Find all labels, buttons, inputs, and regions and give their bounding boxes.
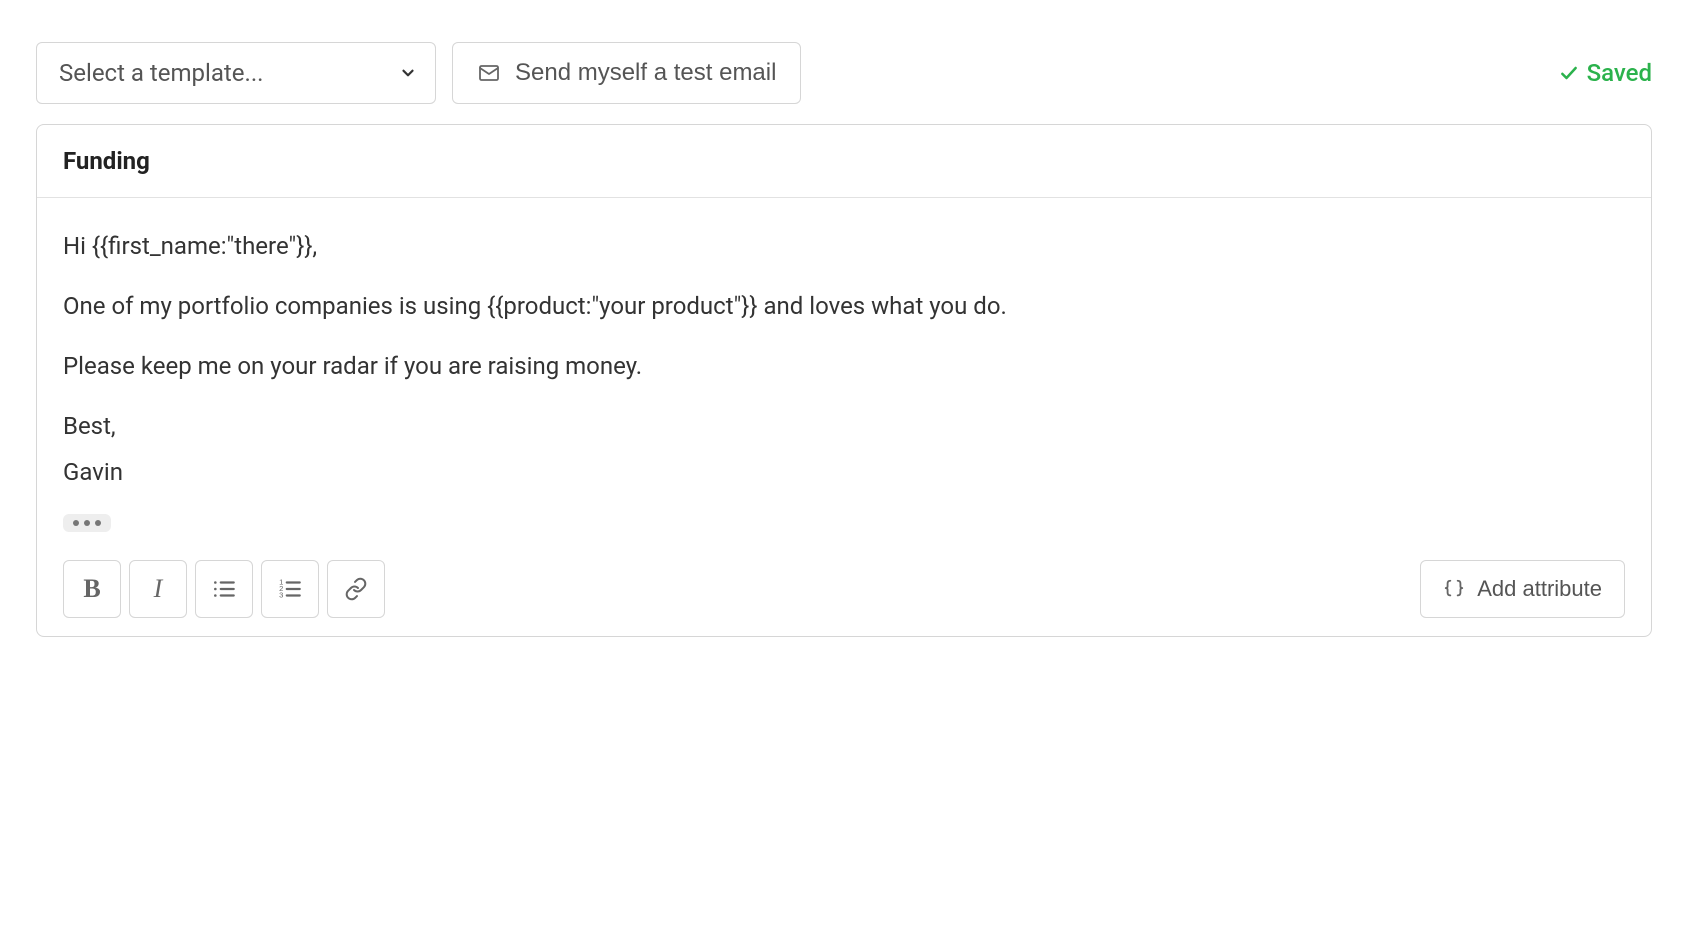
envelope-icon — [477, 61, 501, 85]
body-greeting: Hi {{first_name:"there"}}, — [63, 228, 1625, 264]
italic-icon: I — [154, 574, 163, 604]
ellipsis-icon — [84, 520, 90, 526]
add-attribute-button[interactable]: Add attribute — [1420, 560, 1625, 618]
email-subject-field[interactable]: Funding — [37, 125, 1651, 198]
ellipsis-icon — [73, 520, 79, 526]
chevron-down-icon — [399, 64, 417, 82]
link-icon — [344, 577, 368, 601]
bullet-list-button[interactable] — [195, 560, 253, 618]
send-test-email-button[interactable]: Send myself a test email — [452, 42, 801, 104]
bullet-list-icon — [211, 576, 237, 602]
check-icon — [1559, 63, 1579, 83]
saved-label: Saved — [1587, 59, 1652, 87]
numbered-list-button[interactable]: 1 2 3 — [261, 560, 319, 618]
send-test-email-label: Send myself a test email — [515, 59, 776, 87]
email-subject-text: Funding — [63, 147, 150, 175]
format-tool-group: B I — [63, 560, 385, 618]
body-line-2: Please keep me on your radar if you are … — [63, 348, 1625, 384]
top-controls-row: Select a template... Send myself a test … — [36, 42, 1652, 104]
ellipsis-icon — [95, 520, 101, 526]
svg-text:3: 3 — [279, 591, 283, 600]
format-toolbar: B I — [37, 546, 1651, 636]
link-button[interactable] — [327, 560, 385, 618]
bold-button[interactable]: B — [63, 560, 121, 618]
bold-icon: B — [83, 574, 100, 604]
italic-button[interactable]: I — [129, 560, 187, 618]
body-line-1: One of my portfolio companies is using {… — [63, 288, 1625, 324]
saved-status: Saved — [1559, 59, 1652, 87]
braces-icon — [1443, 578, 1465, 600]
email-editor: Funding Hi {{first_name:"there"}}, One o… — [36, 124, 1652, 637]
email-body-editor[interactable]: Hi {{first_name:"there"}}, One of my por… — [37, 198, 1651, 546]
add-attribute-label: Add attribute — [1477, 576, 1602, 602]
template-select-placeholder: Select a template... — [59, 59, 263, 87]
quoted-content-toggle[interactable] — [63, 514, 111, 532]
email-editor-page: Select a template... Send myself a test … — [0, 0, 1688, 679]
template-select[interactable]: Select a template... — [36, 42, 436, 104]
body-signoff: Best, — [63, 408, 1625, 444]
body-sender-name: Gavin — [63, 454, 1625, 490]
numbered-list-icon: 1 2 3 — [277, 576, 303, 602]
